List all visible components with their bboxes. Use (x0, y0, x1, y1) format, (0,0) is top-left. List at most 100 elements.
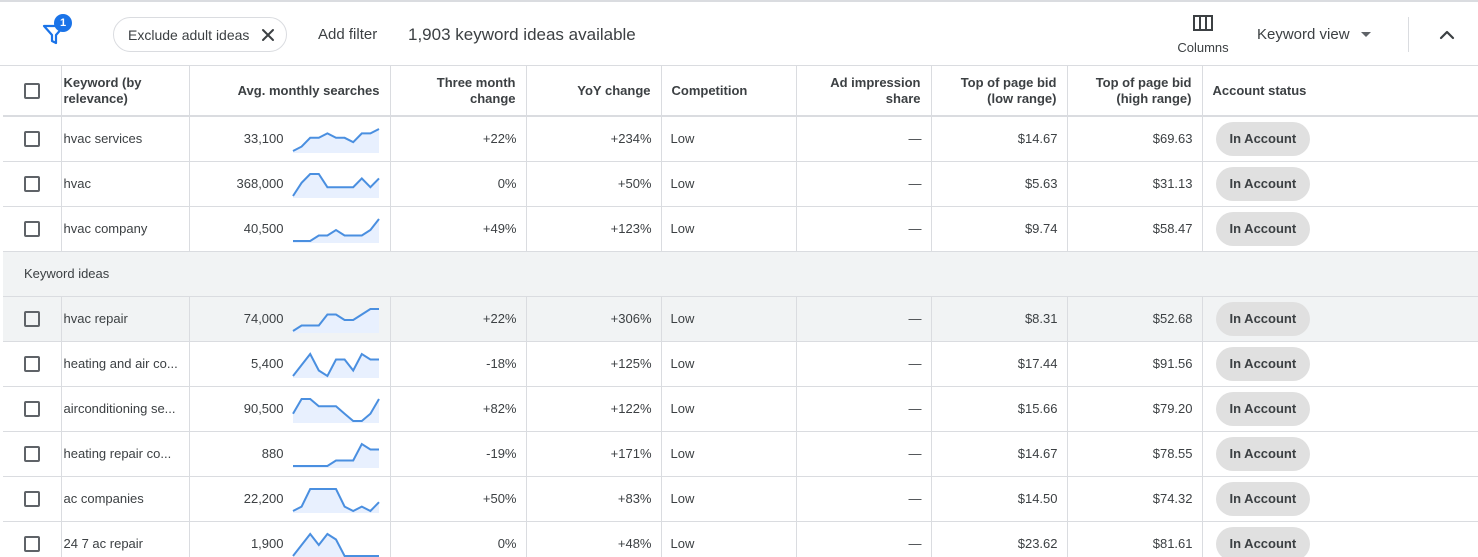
row-checkbox[interactable] (23, 175, 40, 192)
table-row[interactable]: airconditioning se... 90,500 +82% +122% Low —… (3, 386, 1478, 432)
header-account-status[interactable]: Account status (1202, 66, 1478, 117)
keyword-cell[interactable]: heating repair co... (61, 431, 190, 477)
section-row: Keyword ideas (3, 251, 1478, 297)
header-bid-high[interactable]: Top of page bid (high range) (1067, 66, 1203, 117)
keyword-view-label: Keyword view (1257, 26, 1350, 43)
row-checkbox[interactable] (23, 131, 40, 148)
in-account-badge: In Account (1215, 526, 1311, 557)
collapse-button[interactable] (1436, 24, 1458, 46)
header-keyword[interactable]: Keyword (by relevance) (61, 66, 190, 117)
ad-impression-share-cell: — (796, 431, 932, 477)
row-checkbox[interactable] (23, 220, 40, 237)
chip-label: Exclude adult ideas (128, 26, 250, 43)
three-month-change-cell: +50% (390, 476, 527, 522)
keyword-cell[interactable]: 24 7 ac repair (61, 521, 190, 557)
bid-low-cell: $9.74 (931, 206, 1068, 252)
header-yoy-change[interactable]: YoY change (526, 66, 662, 117)
three-month-change-cell: -18% (390, 341, 527, 387)
header-competition[interactable]: Competition (661, 66, 797, 117)
sparkline-area (292, 398, 379, 423)
table-row[interactable]: heating repair co... 880 -19% +171% Low — $14.… (3, 431, 1478, 477)
columns-button[interactable]: Columns (1170, 14, 1236, 60)
row-checkbox[interactable] (23, 355, 40, 372)
ad-impression-share-cell: — (796, 476, 932, 522)
trend-sparkline (292, 217, 380, 243)
three-month-change-cell: -19% (390, 431, 527, 477)
competition-cell: Low (661, 341, 797, 387)
avg-monthly-searches-cell: 22,200 (189, 476, 391, 522)
header-bid-low[interactable]: Top of page bid (low range) (931, 66, 1068, 117)
add-filter-button[interactable]: Add filter (318, 26, 377, 43)
table-row[interactable]: 24 7 ac repair 1,900 0% +48% Low — $23.62 $81.6… (3, 521, 1478, 557)
exclude-adult-ideas-chip[interactable]: Exclude adult ideas (113, 17, 287, 52)
row-checkbox-cell (3, 161, 62, 207)
in-account-badge: In Account (1215, 121, 1311, 156)
chevron-up-icon (1439, 30, 1455, 40)
close-icon[interactable] (258, 25, 278, 45)
yoy-change-cell: +50% (526, 161, 662, 207)
keyword-toolbar: 1 Exclude adult ideas Add filter 1,903 k… (0, 0, 1478, 66)
searches-value: 33,100 (243, 131, 284, 147)
bid-high-cell: $52.68 (1067, 296, 1203, 342)
in-account-badge: In Account (1215, 301, 1311, 336)
row-checkbox[interactable] (23, 445, 40, 462)
table-row[interactable]: hvac repair 74,000 +22% +306% Low — $8.31 $52.6… (3, 296, 1478, 342)
in-account-badge: In Account (1215, 166, 1311, 201)
bid-low-cell: $8.31 (931, 296, 1068, 342)
account-status-cell: In Account (1202, 521, 1478, 557)
yoy-change-cell: +234% (526, 116, 662, 162)
keyword-cell[interactable]: hvac (61, 161, 190, 207)
table-row[interactable]: hvac company 40,500 +49% +123% Low — $9.74 $58.… (3, 206, 1478, 252)
account-status-cell: In Account (1202, 296, 1478, 342)
keyword-cell[interactable]: hvac repair (61, 296, 190, 342)
yoy-change-cell: +122% (526, 386, 662, 432)
bid-high-cell: $69.63 (1067, 116, 1203, 162)
keyword-cell[interactable]: ac companies (61, 476, 190, 522)
yoy-change-cell: +83% (526, 476, 662, 522)
keyword-cell[interactable]: hvac company (61, 206, 190, 252)
select-all-cell (3, 66, 62, 117)
ad-impression-share-cell: — (796, 116, 932, 162)
in-account-badge: In Account (1215, 436, 1311, 471)
select-all-checkbox[interactable] (23, 82, 40, 99)
keyword-cell[interactable]: airconditioning se... (61, 386, 190, 432)
header-ad-impression-share[interactable]: Ad impression share (796, 66, 932, 117)
ad-impression-share-cell: — (796, 521, 932, 557)
yoy-change-cell: +171% (526, 431, 662, 477)
table-row[interactable]: ac companies 22,200 +50% +83% Low — $14.50 $74.… (3, 476, 1478, 522)
bid-low-cell: $14.50 (931, 476, 1068, 522)
searches-value: 40,500 (243, 221, 284, 236)
row-checkbox-cell (3, 431, 62, 477)
account-status-cell: In Account (1202, 386, 1478, 432)
ad-impression-share-cell: — (796, 386, 932, 432)
keyword-ideas-count: 1,903 keyword ideas available (408, 25, 636, 44)
row-checkbox[interactable] (23, 490, 40, 507)
account-status-cell: In Account (1202, 206, 1478, 252)
trend-sparkline (291, 351, 379, 378)
searches-value: 90,500 (243, 401, 284, 416)
ad-impression-share-cell: — (796, 161, 932, 207)
searches-value: 22,200 (243, 491, 284, 506)
bid-high-cell: $79.20 (1067, 386, 1203, 432)
avg-monthly-searches-cell: 880 (189, 431, 391, 477)
row-checkbox-cell (3, 296, 62, 342)
row-checkbox[interactable] (23, 310, 40, 327)
table-row[interactable]: hvac services 33,100 +22% +234% Low — $14.67 $6… (3, 116, 1478, 162)
keyword-cell[interactable]: hvac services (61, 116, 190, 162)
competition-cell: Low (661, 116, 797, 162)
header-avg-monthly-searches[interactable]: Avg. monthly searches (189, 66, 391, 117)
row-checkbox[interactable] (23, 400, 40, 417)
avg-monthly-searches-cell: 40,500 (189, 206, 391, 252)
table-row[interactable]: hvac 368,000 0% +50% Low — $5.63 $31.13 In Accou… (3, 161, 1478, 207)
ad-impression-share-cell: — (796, 341, 932, 387)
keyword-view-dropdown[interactable]: Keyword view (1257, 26, 1371, 43)
columns-icon (1193, 15, 1213, 31)
header-three-month-change[interactable]: Three month change (390, 66, 527, 117)
keyword-cell[interactable]: heating and air co... (61, 341, 190, 387)
account-status-cell: In Account (1202, 341, 1478, 387)
three-month-change-cell: +82% (390, 386, 527, 432)
row-checkbox-cell (3, 386, 62, 432)
avg-monthly-searches-cell: 368,000 (189, 161, 391, 207)
table-row[interactable]: heating and air co... 5,400 -18% +125% Low — $… (3, 341, 1478, 387)
row-checkbox[interactable] (23, 535, 40, 552)
